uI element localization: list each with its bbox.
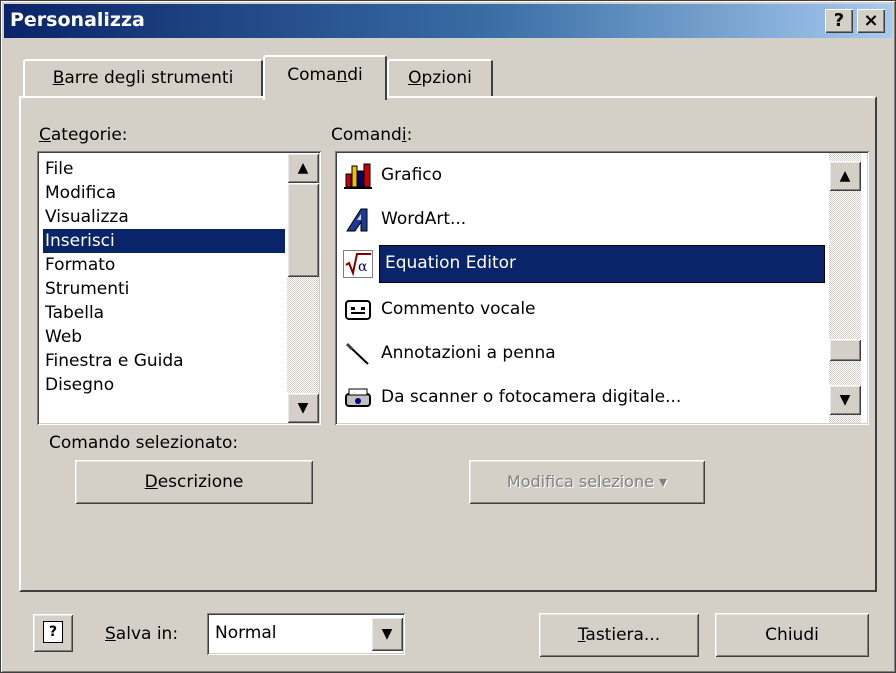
scanner-icon [343, 384, 373, 412]
command-label: Commento vocale [381, 299, 536, 319]
close-button[interactable]: Chiudi [715, 613, 869, 657]
modify-selection-button[interactable]: Modifica selezione ▾ [469, 460, 705, 504]
list-item[interactable]: Finestra e Guida [43, 349, 184, 373]
list-item[interactable]: Tabella [43, 301, 104, 325]
scroll-thumb[interactable] [829, 339, 861, 361]
commands-list[interactable]: Grafico WordArt... α Equation Editor Com… [335, 151, 869, 425]
tab-commands-label-pre: Coma [287, 65, 337, 85]
tab-options-accel: O [408, 68, 422, 88]
window-title: Personalizza [10, 9, 145, 31]
command-label: WordArt... [381, 209, 467, 229]
list-item[interactable]: Disegno [43, 373, 114, 397]
save-in-accel: S [105, 624, 116, 644]
save-in-label: Salva in: [105, 624, 178, 644]
command-label: Equation Editor [385, 253, 517, 273]
list-item[interactable]: Strumenti [43, 277, 129, 301]
categories-label-text: ategorie: [50, 125, 128, 145]
help-button[interactable]: ? [33, 614, 73, 652]
save-in-text: alva in: [115, 624, 179, 644]
chart-icon [343, 162, 373, 190]
command-item-voice-comment[interactable]: Commento vocale [339, 291, 823, 329]
help-icon: ? [43, 621, 63, 643]
close-title-button[interactable]: × [857, 9, 885, 33]
command-label: Annotazioni a penna [381, 343, 556, 363]
tab-toolbars[interactable]: Barre degli strumenti [23, 59, 263, 97]
categories-scrollbar[interactable]: ▲ ▼ [287, 153, 319, 423]
command-item-chart[interactable]: Grafico [339, 157, 823, 195]
voice-comment-icon [343, 296, 373, 324]
command-item-scanner[interactable]: Da scanner o fotocamera digitale... [339, 379, 823, 417]
categories-label-accel: C [39, 125, 51, 145]
list-item[interactable]: Formato [43, 253, 115, 277]
title-bar: Personalizza ? × [4, 4, 892, 38]
scroll-thumb[interactable] [287, 183, 319, 277]
command-item-pen-annotations[interactable]: Annotazioni a penna [339, 335, 823, 373]
chevron-down-icon[interactable]: ▼ [371, 617, 403, 651]
tab-options[interactable]: Opzioni [387, 59, 493, 97]
list-item[interactable]: Modifica [43, 181, 116, 205]
svg-text:α: α [358, 259, 368, 275]
scroll-down-button[interactable]: ▼ [829, 385, 861, 415]
scroll-up-button[interactable]: ▲ [829, 161, 861, 191]
command-item-wordart[interactable]: WordArt... [339, 201, 823, 239]
scroll-down-button[interactable]: ▼ [287, 393, 319, 423]
scroll-up-button[interactable]: ▲ [287, 153, 319, 183]
list-item-selected[interactable]: Inserisci [43, 229, 285, 253]
equation-icon: α [343, 250, 373, 278]
selected-command-label: Comando selezionato: [49, 433, 239, 453]
description-accel: D [144, 472, 158, 492]
commands-label-pre: Comand [331, 125, 402, 145]
command-label: Da scanner o fotocamera digitale... [381, 387, 682, 407]
tab-commands-accel: n [336, 65, 348, 85]
tab-options-label: pzioni [421, 68, 472, 88]
categories-label: Categorie: [39, 125, 128, 145]
list-item[interactable]: Visualizza [43, 205, 129, 229]
list-item[interactable]: File [43, 157, 73, 181]
tab-commands-label-rest: di [347, 65, 363, 85]
customize-dialog: Personalizza ? × Barre degli strumenti C… [0, 0, 896, 673]
tab-commands[interactable]: Comandi [263, 55, 387, 100]
command-item-equation-editor[interactable]: α Equation Editor [339, 245, 825, 285]
description-button[interactable]: Descrizione [75, 460, 313, 504]
categories-list[interactable]: File Modifica Visualizza Inserisci Forma… [37, 151, 321, 425]
keyboard-button[interactable]: Tastiera... [539, 613, 699, 657]
keyboard-label: astiera... [585, 625, 661, 645]
help-title-button[interactable]: ? [825, 9, 853, 33]
commands-label: Comandi: [331, 125, 412, 145]
tab-toolbars-label: arre degli strumenti [64, 68, 234, 88]
command-label: Grafico [381, 165, 443, 185]
list-item[interactable]: Web [43, 325, 82, 349]
wordart-icon [343, 206, 373, 234]
save-in-select[interactable]: Normal ▼ [207, 613, 405, 655]
description-label: escrizione [157, 472, 244, 492]
save-in-value: Normal [215, 623, 277, 643]
tab-toolbars-accel: B [52, 68, 65, 88]
pen-icon [343, 340, 373, 368]
commands-label-rest: : [406, 125, 413, 145]
commands-scrollbar[interactable]: ▲ ▼ [829, 153, 861, 423]
